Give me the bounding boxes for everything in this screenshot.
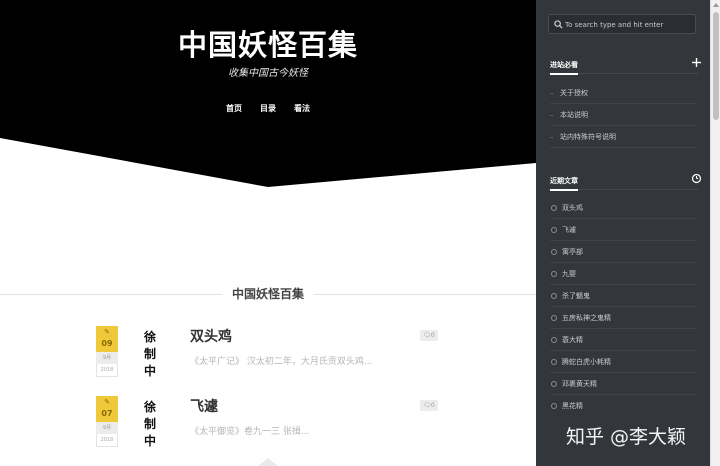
thumbnail-char: 中	[143, 434, 156, 448]
sidebar-item-label: 九婴	[562, 269, 576, 278]
sidebar: 进站必看 – 关于授权 – 本站说明 – 站内特殊符号说明 近期文章 双头鸡 飞…	[536, 0, 710, 466]
post-item: ✎ 07 9月 2018 徐 制 中 飞遽 《太平御览》卷九一三 张揖... 🗨…	[96, 396, 440, 456]
scroll-up-arrow-icon[interactable]	[713, 3, 719, 7]
comment-count-badge[interactable]: 🗨0	[420, 330, 438, 341]
sidebar-item-label: 邓裹黄天精	[562, 379, 597, 388]
post-day: 07	[101, 409, 113, 418]
search-box[interactable]	[548, 14, 696, 34]
post-day: 09	[101, 339, 113, 348]
thumbnail-char: 制	[143, 417, 156, 431]
sidebar-item-recent[interactable]: 寓亭部	[550, 241, 696, 263]
post-thumbnail[interactable]: 徐 制 中	[142, 330, 158, 378]
widget-header-recent-posts: 近期文章	[548, 173, 702, 191]
sidebar-item-label: 杀了魑鬼	[562, 291, 590, 300]
sidebar-item-recent[interactable]: 腾蛇白虎小耗精	[550, 351, 696, 373]
main-nav: 首页 目录 看法	[0, 103, 536, 114]
widget-header-must-read: 进站必看	[548, 58, 701, 75]
comment-icon: 🗨	[423, 332, 431, 339]
sidebar-item-recent[interactable]: 杀了魑鬼	[550, 285, 696, 307]
post-year: 2018	[96, 434, 118, 447]
post-title[interactable]: 双头鸡	[190, 326, 232, 346]
post-year: 2018	[96, 364, 118, 377]
date-badge: ✎ 09 9月 2018	[96, 326, 118, 377]
sidebar-item-recent[interactable]: 五房私神之鬼精	[550, 307, 696, 329]
dash-icon: –	[550, 88, 554, 97]
sidebar-item-recent[interactable]: 蓑大精	[550, 329, 696, 351]
sidebar-item-recent[interactable]: 九婴	[550, 263, 696, 285]
sidebar-item-label: 蓑大精	[562, 335, 583, 344]
widget-title: 近期文章	[550, 176, 578, 191]
nav-home[interactable]: 首页	[226, 103, 242, 114]
comment-count: 0	[430, 332, 435, 339]
header-banner: 中国妖怪百集 收集中国古今妖怪 首页 目录 看法	[0, 0, 536, 190]
search-icon	[554, 20, 563, 29]
circle-icon	[551, 380, 557, 387]
pencil-icon: ✎	[104, 328, 110, 336]
post-excerpt: 《太平广记》 汉太初二年，大月氏贡双头鸡...	[190, 357, 373, 367]
dash-icon: –	[550, 110, 554, 119]
circle-icon	[551, 226, 557, 233]
sidebar-item-license[interactable]: – 关于授权	[550, 82, 696, 104]
sidebar-item-recent[interactable]: 飞遽	[550, 219, 696, 241]
circle-icon	[551, 270, 557, 277]
scrollbar-thumb[interactable]	[713, 12, 719, 120]
sidebar-item-recent[interactable]: 双头鸡	[550, 197, 696, 219]
section-title: 中国妖怪百集	[222, 285, 315, 302]
post-month: 9月	[96, 352, 118, 364]
sidebar-item-about[interactable]: – 本站说明	[550, 104, 696, 126]
circle-icon	[551, 358, 557, 365]
date-badge: ✎ 07 9月 2018	[96, 396, 118, 447]
post-month: 9月	[96, 422, 118, 434]
circle-icon	[551, 292, 557, 299]
sidebar-item-recent[interactable]: 邓裹黄天精	[550, 373, 696, 395]
sidebar-item-label: 飞遽	[562, 225, 576, 234]
comment-count: 0	[430, 402, 435, 409]
thumbnail-char: 中	[143, 364, 156, 378]
search-input[interactable]	[565, 17, 693, 32]
comment-count-badge[interactable]: 🗨0	[420, 400, 438, 411]
plus-icon[interactable]	[691, 57, 702, 68]
watermark: 知乎 @李大颖	[566, 426, 687, 448]
widget-title: 进站必看	[550, 60, 578, 75]
site-title[interactable]: 中国妖怪百集	[0, 22, 536, 64]
thumbnail-char: 制	[143, 347, 156, 361]
thumbnail-char: 徐	[143, 330, 156, 344]
circle-icon	[551, 204, 557, 211]
page-scrollbar[interactable]	[710, 0, 720, 466]
sidebar-item-label: 本站说明	[560, 110, 588, 119]
sidebar-item-label: 寓亭部	[562, 247, 583, 256]
nav-opinion[interactable]: 看法	[294, 103, 310, 114]
sidebar-item-label: 站内特殊符号说明	[560, 132, 616, 141]
sidebar-item-label: 关于授权	[560, 88, 588, 97]
post-item: ✎ 09 9月 2018 徐 制 中 双头鸡 《太平广记》 汉太初二年，大月氏贡…	[96, 326, 440, 386]
thumbnail-char: 徐	[143, 400, 156, 414]
circle-icon	[551, 403, 557, 409]
comment-icon: 🗨	[423, 402, 431, 409]
sidebar-item-label: 双头鸡	[562, 203, 583, 212]
site-subtitle: 收集中国古今妖怪	[228, 68, 308, 79]
back-to-top-button[interactable]	[258, 458, 278, 466]
post-thumbnail[interactable]: 徐 制 中	[142, 400, 158, 448]
clock-icon[interactable]	[691, 173, 702, 184]
circle-icon	[551, 248, 557, 255]
main-content: 中国妖怪百集 收集中国古今妖怪 首页 目录 看法 中国妖怪百集 ✎ 09 9月 …	[0, 0, 536, 466]
pencil-icon: ✎	[104, 398, 110, 406]
sidebar-item-symbols[interactable]: – 站内特殊符号说明	[550, 126, 696, 148]
sidebar-item-recent[interactable]: 黑花精	[550, 395, 696, 417]
sidebar-item-label: 黑花精	[562, 402, 583, 410]
dash-icon: –	[550, 132, 554, 141]
circle-icon	[551, 314, 557, 321]
sidebar-item-label: 腾蛇白虎小耗精	[562, 357, 611, 366]
post-excerpt: 《太平御览》卷九一三 张揖...	[190, 427, 310, 437]
nav-catalog[interactable]: 目录	[260, 103, 276, 114]
circle-icon	[551, 336, 557, 343]
post-title[interactable]: 飞遽	[190, 396, 218, 416]
sidebar-item-label: 五房私神之鬼精	[562, 313, 611, 322]
